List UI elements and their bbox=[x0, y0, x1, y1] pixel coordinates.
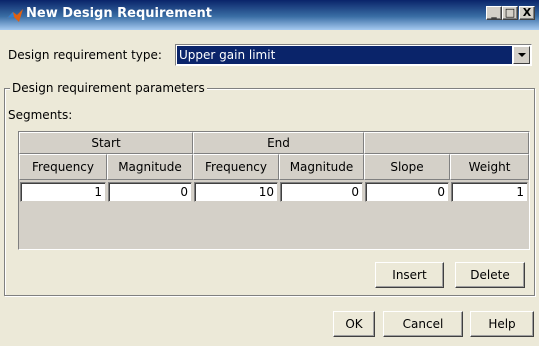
column-header-start-frequency[interactable]: Frequency bbox=[19, 154, 107, 180]
header-blank bbox=[364, 132, 529, 154]
cell-weight[interactable]: 1 bbox=[451, 182, 528, 202]
ok-button[interactable]: OK bbox=[333, 311, 375, 337]
header-end: End bbox=[193, 132, 364, 154]
title-bar[interactable]: New Design Requirement _ □ X bbox=[0, 0, 539, 30]
segments-table[interactable]: Start End Frequency Magnitude Frequency … bbox=[18, 131, 530, 250]
column-header-slope[interactable]: Slope bbox=[364, 154, 450, 180]
maximize-button[interactable]: □ bbox=[502, 6, 518, 20]
header-start: Start bbox=[19, 132, 193, 154]
matlab-logo-icon bbox=[7, 9, 23, 22]
cell-end-magnitude[interactable]: 0 bbox=[280, 182, 363, 202]
help-button[interactable]: Help bbox=[470, 311, 534, 337]
segments-label: Segments: bbox=[8, 108, 73, 122]
cell-end-frequency[interactable]: 10 bbox=[194, 182, 278, 202]
insert-button[interactable]: Insert bbox=[375, 262, 444, 288]
requirement-type-dropdown[interactable]: Upper gain limit bbox=[175, 44, 532, 66]
column-header-end-frequency[interactable]: Frequency bbox=[193, 154, 279, 180]
parameters-group-title: Design requirement parameters bbox=[10, 81, 207, 95]
cell-slope[interactable]: 0 bbox=[365, 182, 449, 202]
cell-start-frequency[interactable]: 1 bbox=[20, 182, 106, 202]
column-header-start-magnitude[interactable]: Magnitude bbox=[107, 154, 193, 180]
requirement-type-value: Upper gain limit bbox=[177, 46, 512, 64]
cell-start-magnitude[interactable]: 0 bbox=[108, 182, 192, 202]
cancel-button[interactable]: Cancel bbox=[383, 311, 463, 337]
requirement-type-label: Design requirement type: bbox=[8, 48, 162, 62]
close-button[interactable]: X bbox=[519, 6, 535, 20]
window-title: New Design Requirement bbox=[26, 6, 213, 21]
chevron-down-icon[interactable] bbox=[513, 46, 530, 64]
delete-button[interactable]: Delete bbox=[455, 262, 525, 288]
column-header-end-magnitude[interactable]: Magnitude bbox=[279, 154, 364, 180]
minimize-button[interactable]: _ bbox=[486, 6, 502, 20]
column-header-weight[interactable]: Weight bbox=[450, 154, 529, 180]
